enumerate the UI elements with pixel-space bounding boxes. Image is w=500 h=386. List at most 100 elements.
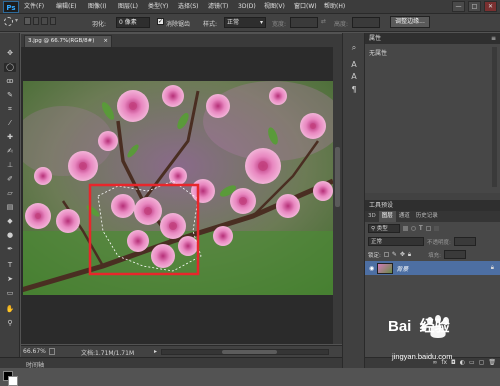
antialias-checkbox[interactable]: ✓ (157, 18, 164, 25)
pen-tool-icon[interactable]: ✒ (4, 245, 16, 254)
character-style-icon[interactable]: A (348, 72, 360, 82)
height-input[interactable] (352, 17, 380, 28)
timeline-bar: 时间轴 (0, 357, 342, 369)
filter-smart-icon[interactable] (433, 226, 439, 231)
quick-select-tool-icon[interactable]: ✎ (4, 91, 16, 100)
menu-select[interactable]: 选择(S) (178, 0, 199, 14)
menu-type[interactable]: 类型(Y) (148, 0, 168, 14)
scrollbar-thumb[interactable] (335, 147, 340, 207)
tab-3d[interactable]: 3D (365, 211, 379, 222)
zoom-tool-icon[interactable]: ⚲ (4, 319, 16, 328)
crop-tool-icon[interactable]: ⌗ (4, 105, 16, 114)
opacity-input[interactable] (453, 237, 476, 246)
menu-edit[interactable]: 编辑(E) (56, 0, 76, 14)
refine-edge-button[interactable]: 调整边缘... (390, 16, 430, 28)
new-group-icon[interactable]: ▭ (469, 358, 475, 368)
tool-presets-title: 工具预设 (369, 202, 394, 209)
healing-brush-icon[interactable]: ✚ (4, 133, 16, 142)
elliptical-marquee-icon[interactable] (4, 17, 13, 26)
minimize-button[interactable]: — (452, 1, 465, 12)
hand-tool-icon[interactable]: ✋ (4, 305, 16, 314)
lock-position-icon[interactable]: ✥ (400, 251, 405, 258)
type-tool-icon[interactable]: T (4, 261, 16, 270)
history-brush-icon[interactable]: ✐ (4, 175, 16, 184)
blur-tool-icon[interactable]: ◆ (4, 217, 16, 226)
close-tab-icon[interactable]: × (103, 36, 108, 46)
fill-input[interactable] (443, 250, 466, 259)
adjustment-layer-icon[interactable]: ◐ (460, 358, 465, 368)
marquee-tool-icon[interactable]: ◯ (4, 63, 16, 72)
tab-layers[interactable]: 图层 (378, 211, 396, 222)
menu-image[interactable]: 图像(I) (88, 0, 106, 14)
menu-3d[interactable]: 3D(D) (238, 0, 256, 14)
menu-layer[interactable]: 图层(L) (118, 0, 138, 14)
menu-file[interactable]: 文件(F) (24, 0, 44, 14)
panel-menu-icon[interactable]: ≡ (491, 33, 496, 44)
vertical-scrollbar[interactable] (333, 47, 342, 344)
style-select[interactable]: 正常 ▾ (224, 17, 266, 28)
brush-tool-icon[interactable]: ✍ (4, 147, 16, 156)
paragraph-panel-icon[interactable]: ¶ (348, 85, 360, 95)
path-select-icon[interactable]: ➤ (4, 275, 16, 284)
close-button[interactable]: ✕ (484, 1, 497, 12)
scrollbar-thumb[interactable] (222, 350, 277, 354)
tab-channels[interactable]: 通道 (396, 211, 413, 222)
menu-view[interactable]: 视图(V) (264, 0, 285, 14)
history-panel-icon[interactable]: ⌕ (348, 43, 360, 53)
gradient-tool-icon[interactable]: ▤ (4, 203, 16, 212)
blend-mode-select[interactable]: 正常 (368, 237, 424, 246)
background-color-swatch[interactable] (8, 376, 18, 386)
filter-adjust-icon[interactable] (411, 226, 416, 231)
chevron-down-icon[interactable]: ▾ (15, 17, 18, 24)
trash-icon[interactable]: 🗑︎ (488, 358, 496, 368)
visibility-eye-icon[interactable]: ◉ (369, 265, 374, 272)
filter-pixel-icon[interactable] (403, 226, 408, 231)
lock-transparency-icon[interactable] (383, 252, 389, 257)
intersect-selection-icon[interactable] (49, 17, 56, 25)
lock-row: 锁定: ✎ ✥ 🔒︎ 填充: (365, 248, 500, 261)
lock-all-icon[interactable]: 🔒︎ (408, 251, 411, 259)
clone-stamp-icon[interactable]: ⊥ (4, 161, 16, 170)
width-label: 宽度: (272, 21, 287, 28)
subtract-selection-icon[interactable] (41, 17, 48, 25)
status-menu-arrow-icon[interactable]: ▸ (154, 348, 157, 355)
filter-shape-icon[interactable] (425, 226, 431, 231)
document-canvas[interactable] (23, 81, 333, 295)
layers-panel: 3D 图层 通道 历史记录 ⚲ 类型 T 正常 不透明度: 锁定: ✎ ✥ 🔒︎… (365, 211, 500, 368)
layer-row-background[interactable]: ◉ 背景 🔒︎ (365, 261, 500, 275)
new-layer-icon[interactable]: ▢ (479, 358, 485, 368)
feather-input[interactable]: 0 像素 (116, 17, 150, 28)
menu-help[interactable]: 帮助(H) (324, 0, 345, 14)
maximize-button[interactable]: □ (468, 1, 481, 12)
kind-filter-select[interactable]: ⚲ 类型 (368, 224, 400, 233)
horizontal-scrollbar[interactable] (161, 349, 329, 355)
export-icon[interactable] (49, 348, 55, 355)
collapsed-panel-dock: ⌕ A A ¶ (342, 33, 365, 368)
properties-header: 属性 ≡ (365, 33, 500, 44)
menu-window[interactable]: 窗口(W) (294, 0, 317, 14)
zoom-level[interactable]: 66.67% (23, 348, 46, 355)
move-tool-icon[interactable]: ✥ (4, 49, 16, 58)
character-panel-icon[interactable]: A (348, 60, 360, 70)
document-title: 3.jpg @ 66.7%(RGB/8#) (28, 38, 95, 44)
swap-icon[interactable]: ⇄ (321, 18, 326, 25)
style-label: 样式: (203, 21, 218, 28)
feather-label: 羽化: (92, 21, 107, 28)
menu-filter[interactable]: 滤镜(T) (208, 0, 228, 14)
add-selection-icon[interactable] (32, 17, 39, 25)
properties-scrollbar[interactable] (492, 47, 497, 187)
lock-paint-icon[interactable]: ✎ (392, 251, 397, 258)
tool-presets-header[interactable]: 工具预设 (365, 200, 500, 211)
dodge-tool-icon[interactable]: ● (4, 231, 16, 240)
eraser-tool-icon[interactable]: ▱ (4, 189, 16, 198)
lasso-tool-icon[interactable]: ꝏ (4, 77, 16, 86)
tab-history[interactable]: 历史记录 (413, 211, 441, 222)
width-input[interactable] (290, 17, 318, 28)
new-selection-icon[interactable] (24, 17, 31, 25)
filter-type-icon[interactable]: T (419, 225, 423, 232)
document-tab[interactable]: 3.jpg @ 66.7%(RGB/8#) × (24, 35, 112, 47)
layer-name[interactable]: 背景 (396, 264, 408, 273)
eyedropper-tool-icon[interactable]: ⁄ (4, 119, 16, 128)
rectangle-tool-icon[interactable]: ▭ (4, 289, 16, 298)
menu-bar: Ps 文件(F) 编辑(E) 图像(I) 图层(L) 类型(Y) 选择(S) 滤… (0, 0, 500, 14)
